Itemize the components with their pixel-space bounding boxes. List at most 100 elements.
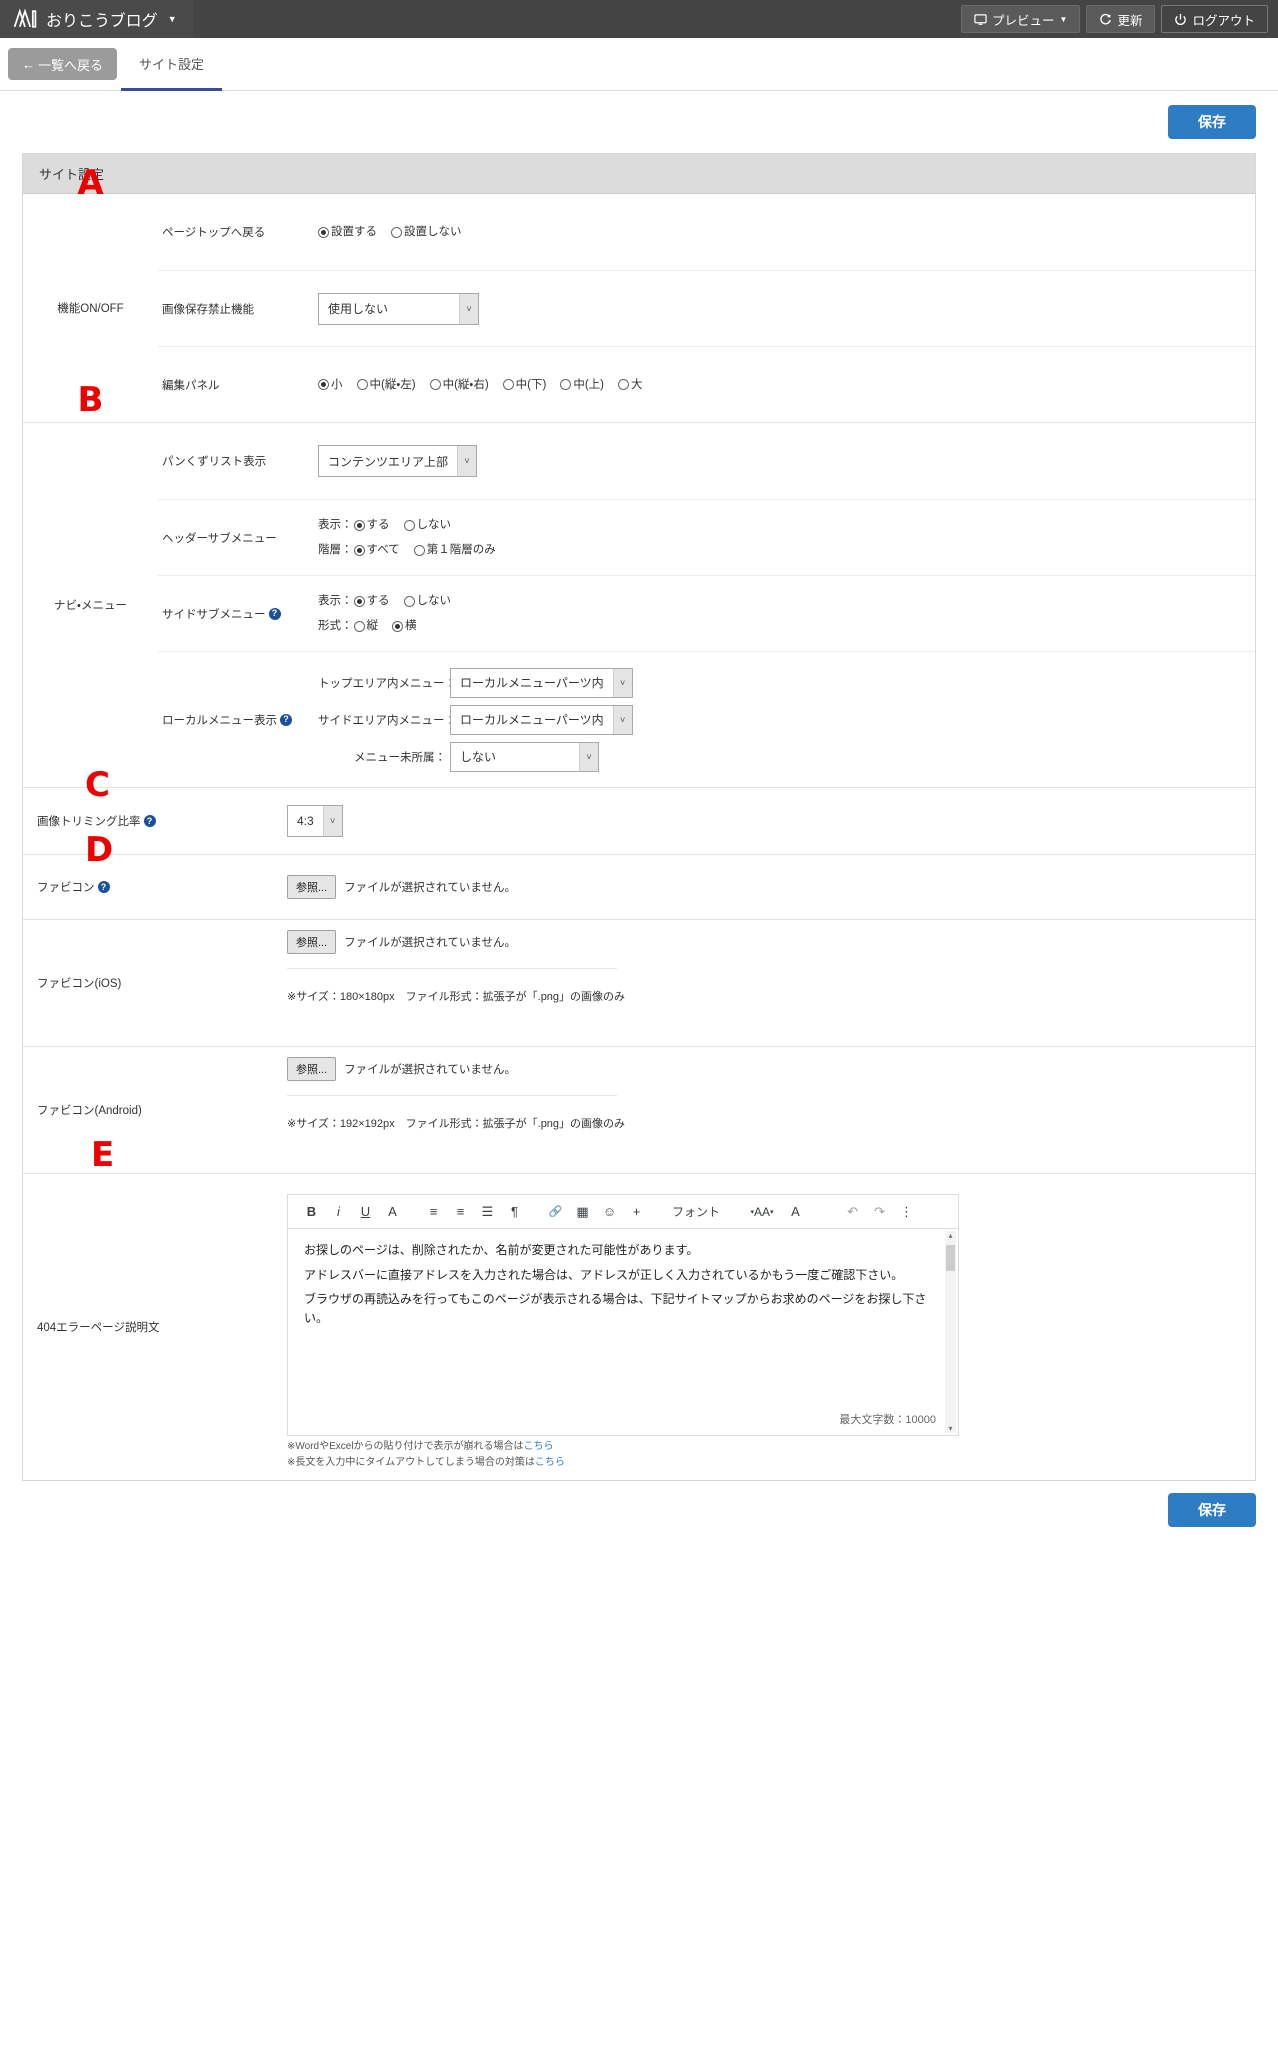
power-icon (1174, 13, 1187, 26)
scrollbar-thumb[interactable] (946, 1245, 955, 1271)
radio-edit-panel-5[interactable]: 大 (618, 374, 643, 396)
local-menu-top-area-row: トップエリア内メニュー： ローカルメニューパーツ内 ˅ (318, 667, 1255, 698)
bold-icon[interactable]: B (298, 1198, 325, 1225)
radio-side-display-on[interactable]: する (353, 590, 390, 612)
favicon-file-input[interactable]: 参照... ファイルが選択されていません。 (287, 875, 1255, 899)
editor-scrollbar[interactable] (945, 1231, 956, 1433)
radio-edit-panel-4[interactable]: 中(上) (560, 374, 604, 396)
local-menu-side-area-row: サイドエリア内メニュー： ローカルメニューパーツ内 ˅ (318, 704, 1255, 735)
favicon-android-note: ※サイズ：192×192px ファイル形式：拡張子が「.png」の画像のみ (287, 1118, 626, 1130)
local-menu-side-area-select[interactable]: ローカルメニューパーツ内 ˅ (450, 704, 633, 735)
favicon-ios-file-input[interactable]: 参照... ファイルが選択されていません。 (287, 930, 625, 954)
favicon-ios-control: 参照... ファイルが選択されていません。 ※サイズ：180×180px ファイ… (253, 930, 625, 1036)
editor-note-1-text: ※WordやExcelからの貼り付けで表示が崩れる場合は (287, 1441, 524, 1452)
text-color-icon[interactable]: A (379, 1198, 406, 1225)
radio-page-top-on[interactable]: 設置する (318, 221, 377, 243)
radio-edit-panel-2-label: 中(縦・右) (442, 378, 489, 391)
favicon-browse-button[interactable]: 参照... (287, 875, 337, 899)
help-icon[interactable]: ? (268, 607, 281, 620)
breadcrumb-control: コンテンツエリア上部 ˅ (318, 445, 1255, 477)
italic-icon[interactable]: i (325, 1198, 352, 1225)
more-options-icon[interactable]: ⋮ (893, 1198, 920, 1225)
logout-button[interactable]: ログアウト (1161, 5, 1268, 33)
save-button-top[interactable]: 保存 (1168, 105, 1256, 139)
radio-side-format-horizontal[interactable]: 横 (392, 615, 417, 637)
side-submenu-format-group: 形式： 縦 横 (318, 615, 1255, 637)
radio-edit-panel-2[interactable]: 中(縦・右) (429, 374, 489, 396)
side-submenu-label-text: サイドサブメニュー (162, 608, 266, 621)
editor-toolbar: B i U A ≡ ≡ ☰ ¶ 🔗 ▦ ☺ + フォント ▾ AA ▾ A ↶ … (287, 1194, 959, 1228)
header-submenu-display-prefix: 表示： (318, 519, 353, 531)
refresh-icon (1099, 13, 1112, 26)
redo-icon[interactable]: ↷ (866, 1198, 893, 1225)
top-bar-actions: プレビュー ▼ 更新 ログアウト (961, 0, 1278, 38)
radio-header-display-off[interactable]: しない (403, 514, 451, 536)
align-left-icon[interactable]: ≡ (420, 1198, 447, 1225)
group-features: A 機能ON/OFF ページトップへ戻る 設置する 設置しない 画像保存禁止機能… (23, 166, 1255, 422)
row-favicon-ios: 参照... ファイルが選択されていません。 ※サイズ：180×180px ファイ… (253, 920, 1255, 1046)
underline-icon[interactable]: U (352, 1198, 379, 1225)
group-favicon: D ファビコン ? 参照... ファイルが選択されていません。 (23, 833, 1255, 919)
local-menu-unassigned-select[interactable]: しない ˅ (450, 741, 599, 772)
radio-page-top-off[interactable]: 設置しない (391, 221, 462, 243)
back-to-list-button[interactable]: ← 一覧へ戻る (8, 48, 118, 80)
radio-dot-icon (318, 226, 329, 238)
tab-site-settings[interactable]: サイト設定 (121, 38, 223, 91)
favicon-android-file-input[interactable]: 参照... ファイルが選択されていません。 (287, 1057, 625, 1081)
editor-content-area[interactable]: お探しのページは、削除されたか、名前が変更された可能性があります。 アドレスバー… (287, 1228, 959, 1436)
radio-side-format-vertical[interactable]: 縦 (353, 615, 378, 637)
group-favicon-rows: 参照... ファイルが選択されていません。 (253, 855, 1255, 919)
radio-edit-panel-5-label: 大 (631, 378, 643, 391)
favicon-android-browse-button[interactable]: 参照... (287, 1057, 337, 1081)
side-submenu-display-group: 表示： する しない (318, 590, 1255, 612)
help-icon[interactable]: ? (280, 713, 292, 726)
radio-header-level-first[interactable]: 第１階層のみ (413, 539, 496, 561)
favicon-android-file-status: ファイルが選択されていません。 (344, 1064, 516, 1076)
save-button-bottom[interactable]: 保存 (1168, 1493, 1256, 1527)
chevron-down-icon: ▼ (1059, 14, 1068, 24)
radio-edit-panel-1[interactable]: 中(縦・左) (356, 374, 416, 396)
font-family-dropdown[interactable]: フォント (664, 1203, 728, 1220)
help-icon[interactable]: ? (97, 881, 110, 893)
favicon-ios-browse-button[interactable]: 参照... (287, 930, 337, 954)
favicon-ios-file-status: ファイルが選択されていません。 (344, 937, 516, 949)
radio-header-level-all[interactable]: すべて (353, 539, 400, 561)
align-center-icon[interactable]: ≡ (447, 1198, 474, 1225)
editor-note-2-link[interactable]: こちら (535, 1457, 565, 1468)
radio-side-display-off-label: しない (416, 595, 452, 607)
local-menu-label: ローカルメニュー表示 ? (158, 712, 318, 728)
font-size-dropdown[interactable]: ▾ AA ▾ (742, 1198, 782, 1225)
radio-edit-panel-0-label: 小 (331, 378, 343, 391)
help-icon[interactable]: ? (143, 815, 156, 827)
image-protect-select[interactable]: 使用しない ˅ (318, 292, 479, 325)
group-favicon-ios-label: ファビコン(iOS) (37, 978, 122, 990)
local-menu-unassigned-label: メニュー未所属： (354, 751, 446, 764)
side-submenu-format-prefix: 形式： (318, 620, 353, 632)
radio-edit-panel-0[interactable]: 小 (318, 374, 343, 396)
clear-format-icon[interactable]: A (782, 1198, 809, 1225)
emoji-icon[interactable]: ☺ (596, 1198, 623, 1225)
local-menu-top-area-select[interactable]: ローカルメニューパーツ内 ˅ (450, 667, 633, 698)
trim-ratio-select[interactable]: 4:3 ˅ (287, 805, 343, 837)
bullet-list-icon[interactable]: ☰ (474, 1198, 501, 1225)
paragraph-icon[interactable]: ¶ (501, 1198, 528, 1225)
favicon-android-control: 参照... ファイルが選択されていません。 ※サイズ：192×192px ファイ… (253, 1057, 625, 1163)
marker-c: C (85, 765, 110, 805)
link-icon[interactable]: 🔗 (542, 1198, 569, 1225)
insert-icon[interactable]: + (623, 1198, 650, 1225)
preview-button[interactable]: プレビュー ▼ (961, 5, 1081, 33)
radio-edit-panel-3[interactable]: 中(下) (502, 374, 546, 396)
radio-header-display-on[interactable]: する (353, 514, 390, 536)
local-menu-top-area-label: トップエリア内メニュー： (318, 677, 456, 690)
table-icon[interactable]: ▦ (569, 1198, 596, 1225)
undo-icon[interactable]: ↶ (839, 1198, 866, 1225)
breadcrumb-select[interactable]: コンテンツエリア上部 ˅ (318, 445, 478, 477)
group-trim-rows: 4:3 ˅ (253, 788, 1255, 854)
editor-note-1-link[interactable]: こちら (524, 1441, 554, 1452)
update-button[interactable]: 更新 (1086, 5, 1156, 33)
radio-side-display-off[interactable]: しない (403, 590, 452, 612)
brand-menu[interactable]: おりこうブログ ▼ (0, 0, 193, 38)
group-nav-label-cell: B ナビ・メニュー (23, 383, 158, 787)
top-save-bar: 保存 (0, 91, 1278, 153)
group-favicon-android-rows: 参照... ファイルが選択されていません。 ※サイズ：192×192px ファイ… (253, 1047, 1255, 1173)
